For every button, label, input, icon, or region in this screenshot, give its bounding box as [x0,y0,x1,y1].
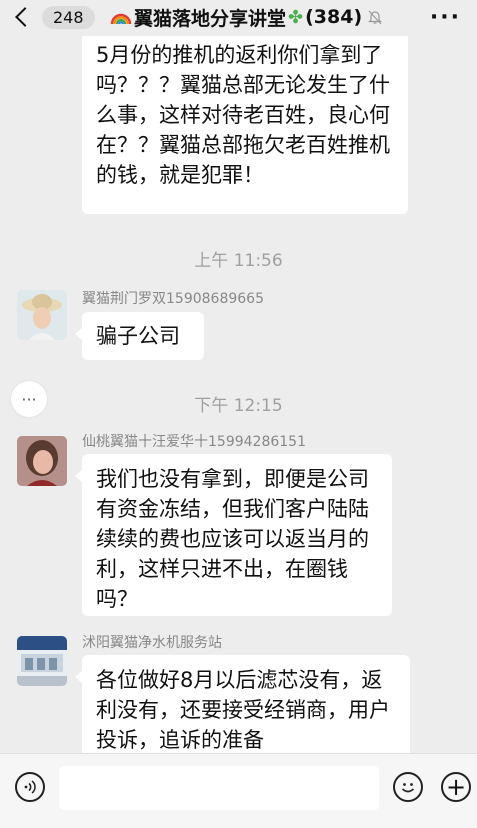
message-bubble[interactable]: 5月份的推机的返利你们拿到了吗？？？翼猫总部无论发生了什么事，这样对待老百姓，良… [82,36,408,214]
message-bubble[interactable]: 我们也没有拿到，即便是公司有资金冻结，但我们客户陆陆续续的费也应该可以返当月的利… [75,454,392,616]
clover-icon: ✤ [288,6,304,28]
chat-title[interactable]: 翼猫落地分享讲堂 ✤ (384) [110,4,383,30]
message-input[interactable] [59,766,379,810]
message-bubble[interactable]: 骗子公司 [75,312,204,360]
voice-icon[interactable] [15,772,45,802]
avatar[interactable] [17,436,67,486]
member-count: (384) [305,6,363,28]
unread-count-badge: 248 [42,5,95,29]
message-text: 5月份的推机的返利你们拿到了吗？？？翼猫总部无论发生了什么事，这样对待老百姓，良… [96,43,390,187]
input-bar: + [0,753,477,828]
chat-header: 248 翼猫落地分享讲堂 ✤ (384) ··· [0,0,477,36]
back-chevron-icon [15,7,35,27]
timestamp: 上午 11:56 [194,251,283,271]
sender-name: 翼猫荆门罗双15908689665 [82,291,264,307]
avatar[interactable] [17,636,67,686]
avatar[interactable] [17,290,67,340]
rainbow-icon [110,13,132,25]
message-bubble[interactable]: 各位做好8月以后滤芯没有，返利没有，还要接受经销商，用户投诉，追诉的准备 [75,655,410,753]
message-list[interactable]: 5月份的推机的返利你们拿到了吗？？？翼猫总部无论发生了什么事，这样对待老百姓，良… [0,36,477,753]
emoji-icon[interactable] [393,772,423,802]
chat-title-text: 翼猫落地分享讲堂 [134,7,287,30]
message-text: 我们也没有拿到，即便是公司有资金冻结，但我们客户陆陆续续的费也应该可以返当月的利… [96,467,369,611]
sender-name: 仙桃翼猫十汪爱华十15994286151 [82,434,306,450]
message-text: 各位做好8月以后滤芯没有，返利没有，还要接受经销商，用户投诉，追诉的准备 [96,668,390,752]
more-icon[interactable]: ··· [430,5,461,30]
message-text: 骗子公司 [96,324,180,348]
back-button[interactable]: 248 [14,4,95,30]
sender-name: 沭阳翼猫净水机服务站 [82,635,222,651]
mute-bell-icon [368,10,383,25]
timestamp: 下午 12:15 [194,396,283,416]
plus-icon[interactable]: + [441,772,471,802]
